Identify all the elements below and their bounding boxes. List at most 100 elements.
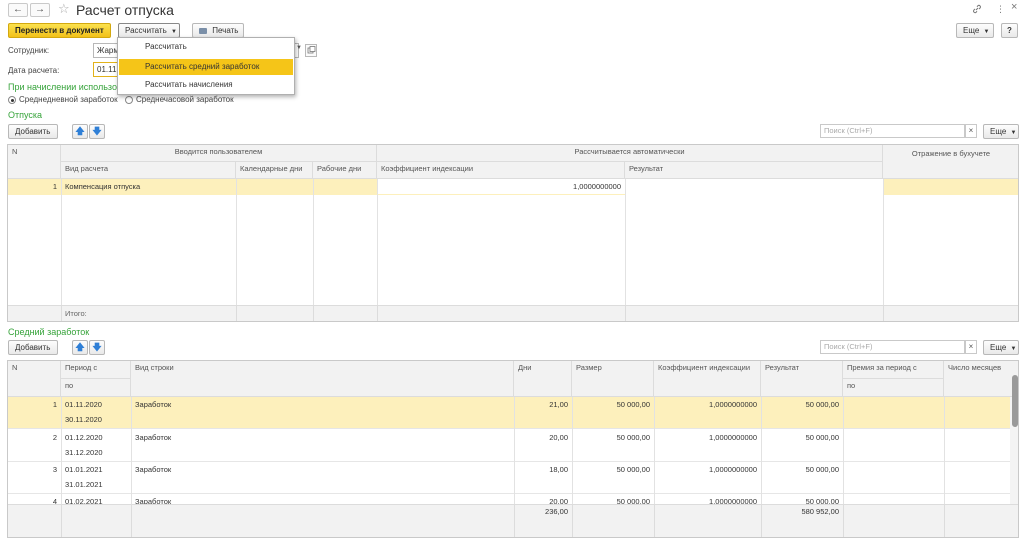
- more-button[interactable]: Еще ▼: [956, 23, 994, 38]
- arrow-up-icon[interactable]: 🡅: [72, 124, 88, 139]
- menu-item-calculate[interactable]: Рассчитать: [119, 39, 293, 55]
- avg-add-button[interactable]: Добавить: [8, 340, 58, 355]
- header-result: Результат: [761, 361, 843, 397]
- row-days[interactable]: 18,00: [514, 462, 572, 477]
- row-size[interactable]: 50 000,00: [572, 462, 654, 477]
- back-button[interactable]: ←: [8, 3, 28, 17]
- avg-more-button[interactable]: Еще ▼: [983, 340, 1019, 355]
- header-n: N: [8, 145, 61, 179]
- employee-label: Сотрудник:: [8, 46, 50, 55]
- print-button-label: Печать: [212, 26, 239, 35]
- more-button-label: Еще: [963, 26, 980, 35]
- row-period-from[interactable]: 01.11.2020: [61, 397, 131, 412]
- row-result[interactable]: 50 000,00: [761, 462, 843, 477]
- header-calendar-days: Календарные дни: [236, 162, 313, 179]
- chevron-down-icon: ▼: [170, 29, 177, 35]
- row-period-to[interactable]: 31.12.2020: [61, 445, 131, 460]
- row-size[interactable]: 50 000,00: [572, 397, 654, 412]
- header-bonus-to: по: [843, 379, 944, 397]
- clear-search-icon[interactable]: ×: [965, 340, 977, 354]
- row-index-coef[interactable]: 1,0000000000: [377, 179, 625, 194]
- chevron-down-icon: ▼: [1010, 130, 1017, 136]
- link-icon[interactable]: [972, 4, 982, 16]
- clear-search-icon[interactable]: ×: [965, 124, 977, 138]
- header-work-days: Рабочие дни: [313, 162, 377, 179]
- row-coef[interactable]: 1,0000000000: [654, 430, 761, 445]
- total-label: Итого:: [65, 309, 87, 318]
- row-days[interactable]: 21,00: [514, 397, 572, 412]
- arrow-up-icon[interactable]: 🡅: [72, 340, 88, 355]
- avg-earnings-heading: Средний заработок: [8, 327, 90, 337]
- row-n: 3: [52, 465, 57, 474]
- row-days[interactable]: 20,00: [514, 494, 572, 504]
- row-kind[interactable]: Заработок: [131, 494, 514, 504]
- daily-earnings-radio[interactable]: [8, 96, 16, 104]
- arrow-down-icon[interactable]: 🡇: [89, 340, 105, 355]
- avg-earnings-table: N Период с по Вид строки Дни Размер Коэф…: [7, 360, 1019, 538]
- vacations-table: N Вводится пользователем Рассчитывается …: [7, 144, 1019, 322]
- row-size[interactable]: 50 000,00: [572, 430, 654, 445]
- hourly-earnings-label: Среднечасовой заработок: [136, 95, 234, 104]
- row-size[interactable]: 50 000,00: [572, 494, 654, 504]
- row-kind[interactable]: Компенсация отпуска: [61, 179, 236, 194]
- header-index-coef: Коэффициент индексации: [654, 361, 761, 397]
- header-bonus-from: Премия за период с: [843, 361, 944, 379]
- days-total: 236,00: [545, 507, 568, 516]
- calculate-dropdown-button[interactable]: Рассчитать ▼: [118, 23, 180, 38]
- header-auto-group: Рассчитывается автоматически: [377, 145, 883, 162]
- forward-button[interactable]: →: [30, 3, 50, 17]
- row-n: 1: [52, 182, 57, 191]
- row-result[interactable]: 50 000,00: [761, 494, 843, 504]
- vacations-more-button[interactable]: Еще ▼: [983, 124, 1019, 139]
- result-total: 580 952,00: [801, 507, 839, 516]
- favorite-star-icon[interactable]: ☆: [58, 1, 70, 17]
- hourly-earnings-radio[interactable]: [125, 96, 133, 104]
- menu-item-calculate-accruals[interactable]: Рассчитать начисления: [119, 77, 293, 93]
- chevron-down-icon: ▼: [983, 29, 990, 35]
- row-kind[interactable]: Заработок: [131, 462, 514, 477]
- row-n: 2: [52, 433, 57, 442]
- menu-item-calculate-avg-earnings[interactable]: Рассчитать средний заработок: [119, 59, 293, 75]
- chevron-down-icon: ▼: [1010, 346, 1017, 352]
- row-days[interactable]: 20,00: [514, 430, 572, 445]
- more-vertical-icon[interactable]: ⋮: [996, 4, 1005, 15]
- header-period-to: по: [61, 379, 131, 397]
- transfer-to-document-button[interactable]: Перенести в документ: [8, 23, 111, 38]
- row-result[interactable]: 50 000,00: [761, 397, 843, 412]
- row-period-to[interactable]: 31.01.2021: [61, 477, 131, 492]
- vacations-search-input[interactable]: Поиск (Ctrl+F): [820, 124, 965, 138]
- avg-search-input[interactable]: Поиск (Ctrl+F): [820, 340, 965, 354]
- open-employee-icon[interactable]: [305, 44, 317, 57]
- avg-more-label: Еще: [990, 343, 1007, 352]
- printer-icon: [199, 27, 207, 34]
- accrual-heading: При начислении использо: [8, 82, 117, 92]
- calculate-dropdown-menu: Рассчитать Рассчитать средний заработок …: [117, 37, 295, 95]
- row-period-from[interactable]: 01.01.2021: [61, 462, 131, 477]
- header-accounting-group: Отражение в бухучете: [883, 145, 1018, 179]
- daily-earnings-label: Среднедневной заработок: [19, 95, 118, 104]
- arrow-down-icon[interactable]: 🡇: [89, 124, 105, 139]
- header-months: Число месяцев: [944, 361, 1018, 397]
- row-coef[interactable]: 1,0000000000: [654, 462, 761, 477]
- calculate-button-label: Рассчитать: [125, 26, 167, 35]
- row-period-to[interactable]: 30.11.2020: [61, 412, 131, 427]
- print-button[interactable]: Печать: [192, 23, 244, 38]
- header-result: Результат: [625, 162, 883, 179]
- vacations-heading: Отпуска: [8, 110, 43, 120]
- vacations-add-button[interactable]: Добавить: [8, 124, 58, 139]
- row-coef[interactable]: 1,0000000000: [654, 494, 761, 504]
- row-coef[interactable]: 1,0000000000: [654, 397, 761, 412]
- row-kind[interactable]: Заработок: [131, 430, 514, 445]
- help-button[interactable]: ?: [1001, 23, 1018, 38]
- row-kind[interactable]: Заработок: [131, 397, 514, 412]
- header-n: N: [8, 361, 61, 397]
- close-icon[interactable]: ×: [1011, 1, 1017, 13]
- page-title: Расчет отпуска: [76, 2, 174, 18]
- row-result[interactable]: 50 000,00: [761, 430, 843, 445]
- chevron-down-icon[interactable]: ▼: [296, 45, 302, 51]
- row-period-from[interactable]: 01.02.2021: [61, 494, 131, 504]
- scrollbar-thumb[interactable]: [1012, 375, 1018, 427]
- row-period-from[interactable]: 01.12.2020: [61, 430, 131, 445]
- row-result[interactable]: [625, 179, 883, 195]
- header-days: Дни: [514, 361, 572, 397]
